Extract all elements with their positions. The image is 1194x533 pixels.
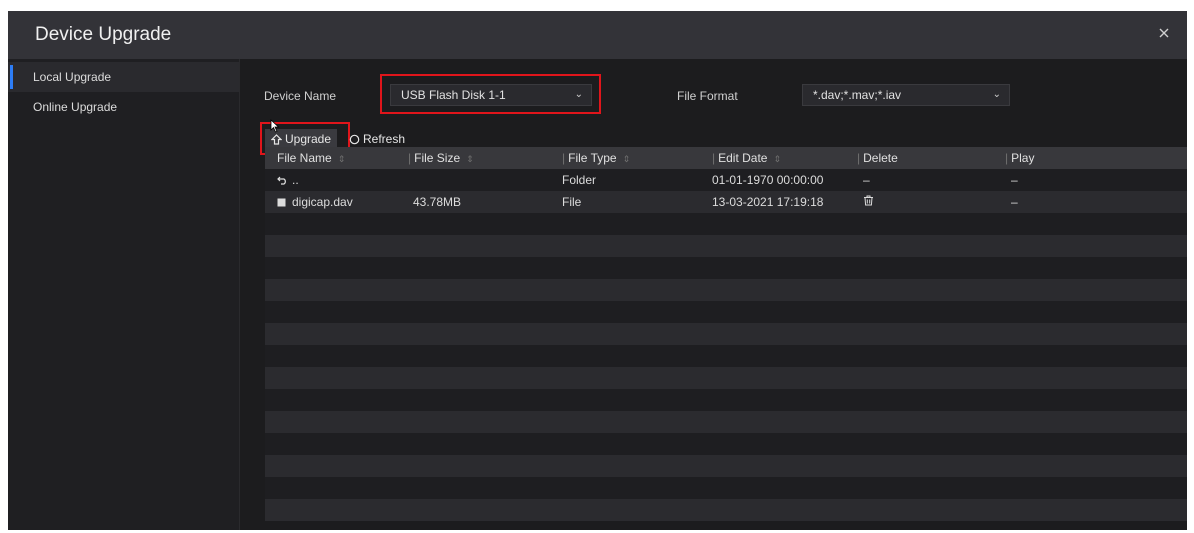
table-row: [265, 455, 1187, 477]
device-upgrade-dialog: Device Upgrade Local Upgrade Online Upgr…: [8, 11, 1187, 530]
play-cell: –: [1011, 195, 1018, 209]
file-icon: [277, 198, 286, 207]
sidebar-item-local-upgrade[interactable]: Local Upgrade: [8, 62, 239, 92]
device-name-label: Device Name: [264, 89, 337, 103]
device-name-highlight: [380, 74, 601, 114]
table-row: [265, 235, 1187, 257]
refresh-button[interactable]: Refresh: [349, 129, 405, 149]
refresh-label: Refresh: [363, 132, 406, 146]
file-format-label: File Format: [677, 89, 738, 103]
file-format-value: *.dav;*.mav;*.iav: [813, 88, 902, 102]
main-panel: Device Name USB Flash Disk 1-1 ⌄ File Fo…: [240, 59, 1187, 530]
table-row[interactable]: .. Folder 01-01-1970 00:00:00 – –: [265, 169, 1187, 191]
column-header-delete: | Delete: [857, 151, 898, 165]
sidebar-item-label: Local Upgrade: [33, 70, 112, 84]
file-name-cell: ..: [277, 169, 299, 191]
file-table: File Name ⇕ | File Size ⇕ | File Type ⇕ | Edit…: [265, 147, 1187, 530]
trash-icon[interactable]: [863, 191, 874, 213]
sidebar: Local Upgrade Online Upgrade: [8, 59, 240, 530]
table-header: File Name ⇕ | File Size ⇕ | File Type ⇕ | Edit…: [265, 147, 1187, 169]
table-row: [265, 213, 1187, 235]
chevron-down-icon: ⌄: [992, 89, 1001, 100]
table-row: [265, 499, 1187, 521]
sidebar-item-online-upgrade[interactable]: Online Upgrade: [8, 92, 239, 122]
table-row: [265, 257, 1187, 279]
column-header-file-name[interactable]: File Name ⇕: [277, 147, 345, 169]
delete-cell: –: [863, 173, 870, 187]
mouse-cursor-icon: [270, 119, 280, 133]
column-header-edit-date[interactable]: | Edit Date ⇕: [712, 147, 781, 169]
refresh-icon: [349, 134, 360, 145]
column-header-file-size[interactable]: | File Size ⇕: [408, 147, 474, 169]
table-row: [265, 433, 1187, 455]
table-row: [265, 323, 1187, 345]
title-bar: Device Upgrade: [8, 11, 1187, 59]
table-row: [265, 411, 1187, 433]
column-header-file-type[interactable]: | File Type ⇕: [562, 147, 630, 169]
file-format-select[interactable]: *.dav;*.mav;*.iav ⌄: [802, 84, 1010, 106]
file-name-cell: digicap.dav: [277, 191, 353, 213]
edit-date-cell: 13-03-2021 17:19:18: [712, 195, 824, 209]
file-type-cell: File: [562, 195, 582, 209]
table-row: [265, 389, 1187, 411]
table-row[interactable]: digicap.dav 43.78MB File 13-03-2021 17:1…: [265, 191, 1187, 213]
table-row: [265, 279, 1187, 301]
sidebar-item-label: Online Upgrade: [33, 100, 118, 114]
dialog-title: Device Upgrade: [35, 24, 172, 45]
file-type-cell: Folder: [562, 173, 597, 187]
close-icon[interactable]: [1155, 24, 1173, 42]
play-cell: –: [1011, 173, 1018, 187]
back-icon: [277, 176, 286, 185]
table-row: [265, 477, 1187, 499]
edit-date-cell: 01-01-1970 00:00:00: [712, 173, 824, 187]
table-row: [265, 301, 1187, 323]
table-row: [265, 345, 1187, 367]
column-header-play: | Play: [1005, 151, 1035, 165]
table-row: [265, 367, 1187, 389]
file-size-cell: 43.78MB: [413, 195, 462, 209]
